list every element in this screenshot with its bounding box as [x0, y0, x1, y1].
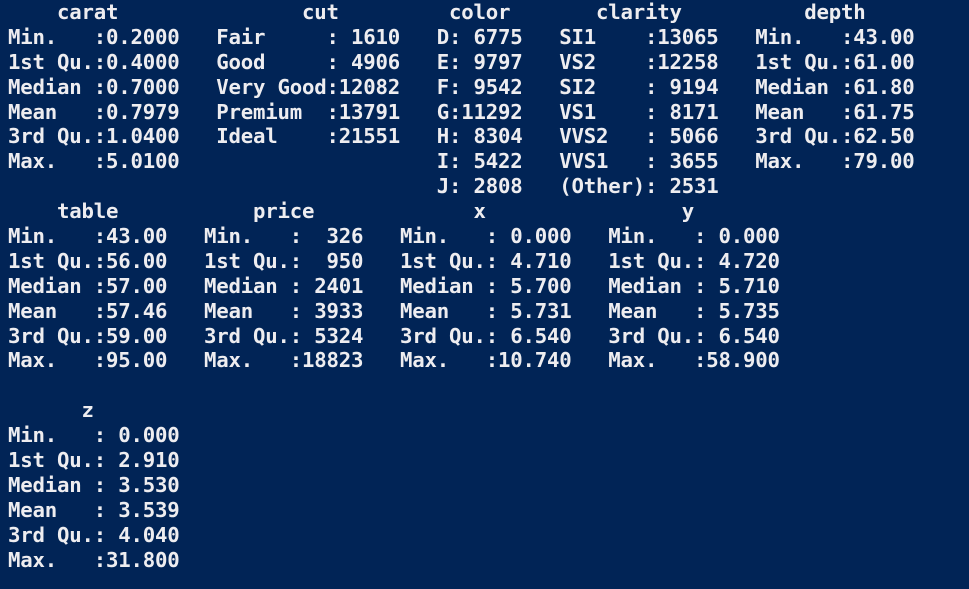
output-line: Min. :43.00 Min. : 326 Min. : 0.000 Min.…: [8, 224, 805, 249]
output-line: 1st Qu.:56.00 1st Qu.: 950 1st Qu.: 4.71…: [8, 248, 805, 273]
console-window[interactable]: carat cut color clarity depth Min. :0.20…: [0, 0, 969, 589]
output-line: Min. :0.2000 Fair : 1610 D: 6775 SI1 :13…: [8, 24, 939, 49]
output-line: z: [8, 398, 204, 423]
output-line: Max. :5.0100 I: 5422 VVS1 : 3655 Max. :7…: [8, 149, 939, 174]
output-line: Max. :95.00 Max. :18823 Max. :10.740 Max…: [8, 348, 805, 373]
output-line: 1st Qu.:0.4000 Good : 4906 E: 9797 VS2 :…: [8, 49, 939, 74]
output-line: table price x y: [8, 199, 792, 224]
output-line: 3rd Qu.:1.0400 Ideal :21551 H: 8304 VVS2…: [8, 124, 939, 149]
output-line: Mean :0.7979 Premium :13791 G:11292 VS1 …: [8, 99, 939, 124]
output-line: 3rd Qu.:59.00 3rd Qu.: 5324 3rd Qu.: 6.5…: [8, 323, 805, 348]
output-line: carat cut color clarity depth: [8, 0, 939, 24]
summary-output: carat cut color clarity depth Min. :0.20…: [8, 0, 939, 572]
output-line: Mean :57.46 Mean : 3933 Mean : 5.731 Mea…: [8, 298, 805, 323]
output-line: Median : 3.530: [8, 472, 204, 497]
output-line: Median :57.00 Median : 2401 Median : 5.7…: [8, 273, 805, 298]
output-line: 1st Qu.: 2.910: [8, 448, 204, 473]
output-line: Mean : 3.539: [8, 497, 204, 522]
output-line: 3rd Qu.: 4.040: [8, 522, 204, 547]
output-line: Min. : 0.000: [8, 423, 204, 448]
output-line: J: 2808 (Other): 2531: [8, 174, 939, 199]
output-line: Median :0.7000 Very Good:12082 F: 9542 S…: [8, 74, 939, 99]
output-line: Max. :31.800: [8, 547, 204, 572]
